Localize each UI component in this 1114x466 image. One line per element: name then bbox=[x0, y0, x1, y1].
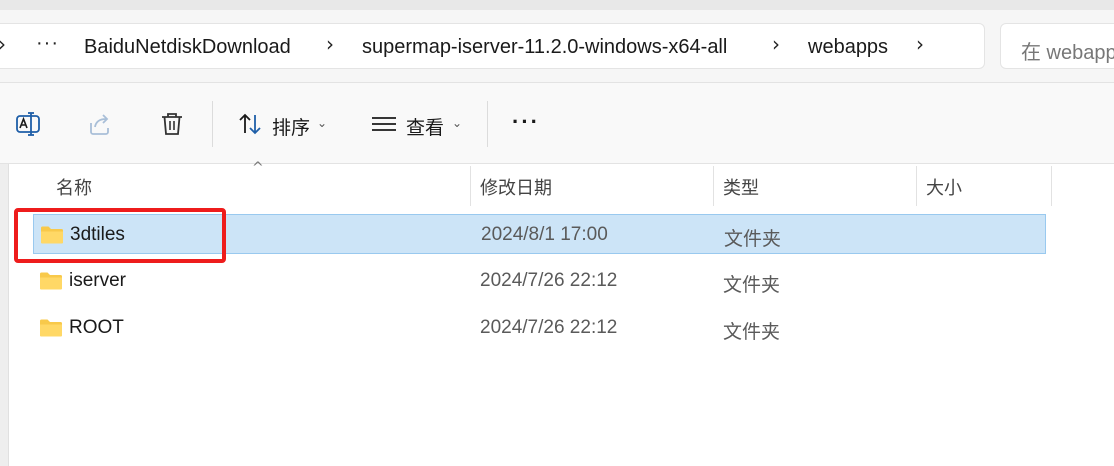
breadcrumb-item-baidunetdiskdownload[interactable]: BaiduNetdiskDownload bbox=[84, 36, 291, 59]
file-modified-date: 2024/7/26 22:12 bbox=[480, 317, 618, 338]
breadcrumb-more-button[interactable]: ··· bbox=[36, 32, 59, 55]
folder-icon bbox=[40, 319, 62, 337]
column-divider[interactable] bbox=[916, 166, 917, 206]
file-type: 文件夹 bbox=[724, 229, 782, 250]
sort-button[interactable]: 排序 bbox=[272, 113, 310, 140]
column-header-name[interactable]: 名称 bbox=[56, 174, 92, 200]
share-icon[interactable] bbox=[86, 110, 114, 138]
chevron-right-icon[interactable]: › bbox=[772, 32, 780, 56]
breadcrumb-item-webapps[interactable]: webapps bbox=[808, 36, 888, 59]
column-divider[interactable] bbox=[470, 166, 471, 206]
column-header-modified[interactable]: 修改日期 bbox=[480, 174, 552, 200]
delete-icon[interactable] bbox=[158, 110, 186, 138]
toolbar-separator bbox=[487, 101, 488, 147]
view-button[interactable]: 查看 bbox=[406, 113, 444, 140]
column-header-type[interactable]: 类型 bbox=[723, 174, 759, 200]
column-header-size[interactable]: 大小 bbox=[926, 174, 962, 200]
address-bar[interactable]: › ··· BaiduNetdiskDownload › supermap-is… bbox=[0, 23, 985, 69]
file-row[interactable]: iserver 2024/7/26 22:12 文件夹 bbox=[33, 261, 1046, 301]
search-input[interactable]: 在 webapps bbox=[1000, 23, 1114, 69]
rename-icon[interactable] bbox=[14, 110, 42, 138]
chevron-right-icon: › bbox=[0, 32, 6, 56]
folder-icon bbox=[40, 272, 62, 290]
annotation-highlight-box bbox=[14, 208, 226, 263]
breadcrumb-item-supermap[interactable]: supermap-iserver-11.2.0-windows-x64-all bbox=[362, 36, 727, 59]
view-icon[interactable] bbox=[370, 110, 398, 138]
more-options-button[interactable]: ··· bbox=[512, 109, 540, 135]
column-divider[interactable] bbox=[713, 166, 714, 206]
search-placeholder: 在 webapps bbox=[1021, 42, 1114, 64]
file-name: ROOT bbox=[69, 317, 124, 338]
chevron-right-icon[interactable]: › bbox=[916, 32, 924, 56]
chevron-down-icon: ⌄ bbox=[317, 116, 328, 130]
sort-ascending-icon: ^ bbox=[252, 160, 264, 176]
file-name: iserver bbox=[69, 270, 127, 291]
file-modified-date: 2024/8/1 17:00 bbox=[481, 224, 608, 245]
file-modified-date: 2024/7/26 22:12 bbox=[480, 270, 618, 291]
address-region: › ··· BaiduNetdiskDownload › supermap-is… bbox=[0, 10, 1114, 82]
chevron-right-icon[interactable]: › bbox=[326, 32, 334, 56]
command-bar: 排序 ⌄ 查看 ⌄ ··· bbox=[0, 82, 1114, 164]
chevron-down-icon: ⌄ bbox=[452, 116, 463, 130]
window-top-strip bbox=[0, 0, 1114, 10]
file-type: 文件夹 bbox=[723, 275, 781, 296]
navigation-pane-edge bbox=[0, 164, 9, 466]
file-row[interactable]: ROOT 2024/7/26 22:12 文件夹 bbox=[33, 308, 1046, 348]
toolbar-separator bbox=[212, 101, 213, 147]
column-divider[interactable] bbox=[1051, 166, 1052, 206]
sort-icon[interactable] bbox=[236, 110, 264, 138]
file-type: 文件夹 bbox=[723, 322, 781, 343]
